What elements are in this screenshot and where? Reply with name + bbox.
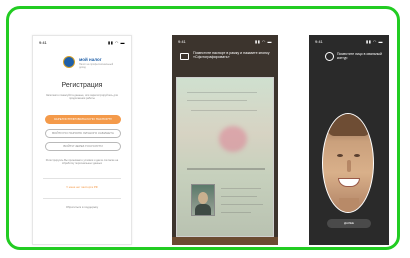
- status-bar: 9:41 ▮▮ ◠ ▬: [315, 39, 383, 45]
- scan-instruction: Поместите паспорт в рамку и нажмите кноп…: [180, 51, 272, 69]
- consent-note: Регистрируясь Вы принимаете условия и да…: [45, 159, 119, 166]
- divider: [43, 198, 121, 199]
- face-oval-frame: [322, 113, 374, 213]
- face-eye: [354, 154, 360, 157]
- next-button[interactable]: ДАЛЕЕ: [327, 219, 371, 228]
- status-bar: 9:41 ▮▮ ◠ ▬: [39, 40, 125, 46]
- app-subtitle: Налог на профессиональный доход: [79, 63, 114, 69]
- page-title: Регистрация: [61, 82, 103, 89]
- login-via-gosuslugi-button[interactable]: ВОЙТИ ЧЕРЕЗ ГОСУСЛУГИ: [45, 142, 121, 151]
- status-bar: 9:41 ▮▮ ◠ ▬: [178, 39, 272, 45]
- passport-photo: [191, 184, 215, 216]
- login-by-password-button[interactable]: ВОЙТИ ПО ПАРОЛЮ ЛИЧНОГО КАБИНЕТА: [45, 129, 121, 138]
- status-icons: ▮▮ ◠ ▬: [254, 39, 272, 44]
- passport-scan-screen: 9:41 ▮▮ ◠ ▬ Поместите паспорт в рамку и …: [172, 35, 278, 245]
- face-hair: [328, 114, 370, 136]
- camera-bottom-area: [172, 237, 278, 245]
- status-time: 9:41: [39, 40, 47, 45]
- face-icon: [325, 52, 334, 61]
- support-link[interactable]: Обратиться в поддержку: [33, 205, 131, 209]
- status-time: 9:41: [315, 39, 323, 44]
- face-smile: [338, 178, 360, 187]
- registration-screen: 9:41 ▮▮ ◠ ▬ мой налог Налог на профессио…: [32, 35, 132, 245]
- face-instruction-text: Поместите лицо в овальный контур: [337, 52, 382, 61]
- divider: [43, 178, 121, 179]
- face-eye: [337, 154, 343, 157]
- no-passport-link[interactable]: У меня нет паспорта РФ: [33, 185, 131, 189]
- status-icons: ▮▮ ◠ ▬: [107, 40, 125, 45]
- stamp-mark: [219, 126, 247, 152]
- status-icons: ▮▮ ◠ ▬: [365, 39, 383, 44]
- scan-icon: [180, 53, 189, 60]
- face-nose: [347, 160, 351, 172]
- scan-instruction-text: Поместите паспорт в рамку и нажмите кноп…: [193, 51, 270, 60]
- app-name: мой налог: [79, 57, 102, 62]
- face-neck: [339, 198, 359, 212]
- page-description: Заполните пожалуйста данные, или зарегис…: [46, 94, 118, 101]
- face-scan-screen: 9:41 ▮▮ ◠ ▬ Поместите лицо в овальный ко…: [309, 35, 389, 245]
- screenshot-frame: 9:41 ▮▮ ◠ ▬ мой налог Налог на профессио…: [6, 6, 400, 250]
- status-time: 9:41: [178, 39, 186, 44]
- passport-frame: [176, 77, 274, 237]
- app-logo-icon: [63, 56, 75, 68]
- register-by-passport-button[interactable]: ЗАРЕГИСТРИРОВАТЬСЯ ПО ПАСПОРТУ: [45, 115, 121, 124]
